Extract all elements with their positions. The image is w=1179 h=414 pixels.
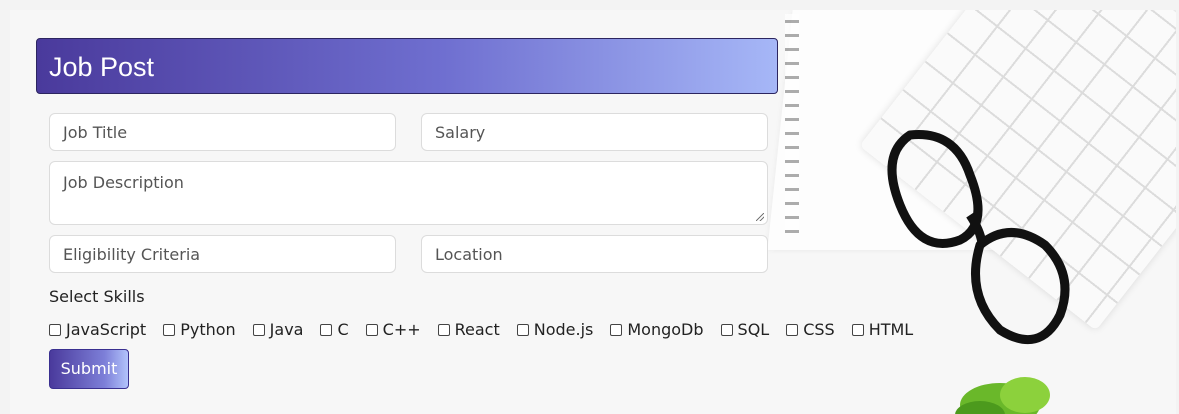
skill-react[interactable]: React <box>437 320 500 339</box>
checkbox[interactable] <box>786 323 799 336</box>
skill-label: React <box>454 320 500 339</box>
skill-label: Java <box>269 320 304 339</box>
checkbox[interactable] <box>49 323 61 336</box>
skill-javascript[interactable]: JavaScript <box>49 320 146 339</box>
eyeglasses-decoration <box>887 130 1070 345</box>
checkbox[interactable] <box>610 323 623 336</box>
checkbox[interactable] <box>516 323 529 336</box>
skill-sql[interactable]: SQL <box>720 320 770 339</box>
skill-nodejs[interactable]: Node.js <box>516 320 594 339</box>
checkbox[interactable] <box>437 323 450 336</box>
checkbox[interactable] <box>320 323 333 336</box>
checkbox[interactable] <box>252 323 265 336</box>
skill-css[interactable]: CSS <box>786 320 835 339</box>
skill-c[interactable]: C <box>320 320 349 339</box>
skill-label: SQL <box>737 320 770 339</box>
job-title-input[interactable]: Job Title <box>49 113 396 151</box>
skill-label: Python <box>180 320 236 339</box>
submit-button[interactable]: Submit <box>49 349 129 389</box>
skills-checkbox-group: JavaScript Python Java C C++ React Node.… <box>49 320 930 339</box>
select-skills-label: Select Skills <box>49 287 145 306</box>
notebook-spiral-decoration <box>785 14 799 234</box>
skill-label: HTML <box>868 320 914 339</box>
location-placeholder: Location <box>435 245 503 264</box>
job-description-placeholder: Job Description <box>63 173 184 192</box>
skill-python[interactable]: Python <box>163 320 236 339</box>
skill-label: JavaScript <box>66 320 147 339</box>
skill-cpp[interactable]: C++ <box>365 320 421 339</box>
eligibility-placeholder: Eligibility Criteria <box>63 245 201 264</box>
skill-label: Node.js <box>533 320 594 339</box>
location-input[interactable]: Location <box>421 235 768 273</box>
plant-decoration <box>955 377 1050 414</box>
skill-label: C <box>337 320 349 339</box>
resize-handle[interactable] <box>756 213 764 221</box>
job-title-placeholder: Job Title <box>63 123 128 142</box>
skill-label: MongoDb <box>627 320 704 339</box>
eligibility-criteria-input[interactable]: Eligibility Criteria <box>49 235 396 273</box>
skill-label: CSS <box>803 320 835 339</box>
salary-input[interactable]: Salary <box>421 113 768 151</box>
checkbox[interactable] <box>365 323 378 336</box>
job-description-textarea[interactable]: Job Description <box>49 161 768 225</box>
checkbox[interactable] <box>720 323 733 336</box>
skill-html[interactable]: HTML <box>851 320 914 339</box>
skill-mongodb[interactable]: MongoDb <box>610 320 704 339</box>
page-title: Job Post <box>36 38 778 94</box>
skill-java[interactable]: Java <box>252 320 304 339</box>
job-post-card: Job Post Job Title Salary Job Descriptio… <box>10 10 1176 414</box>
checkbox[interactable] <box>163 323 176 336</box>
checkbox[interactable] <box>851 323 864 336</box>
salary-placeholder: Salary <box>435 123 486 142</box>
skill-label: C++ <box>382 320 421 339</box>
